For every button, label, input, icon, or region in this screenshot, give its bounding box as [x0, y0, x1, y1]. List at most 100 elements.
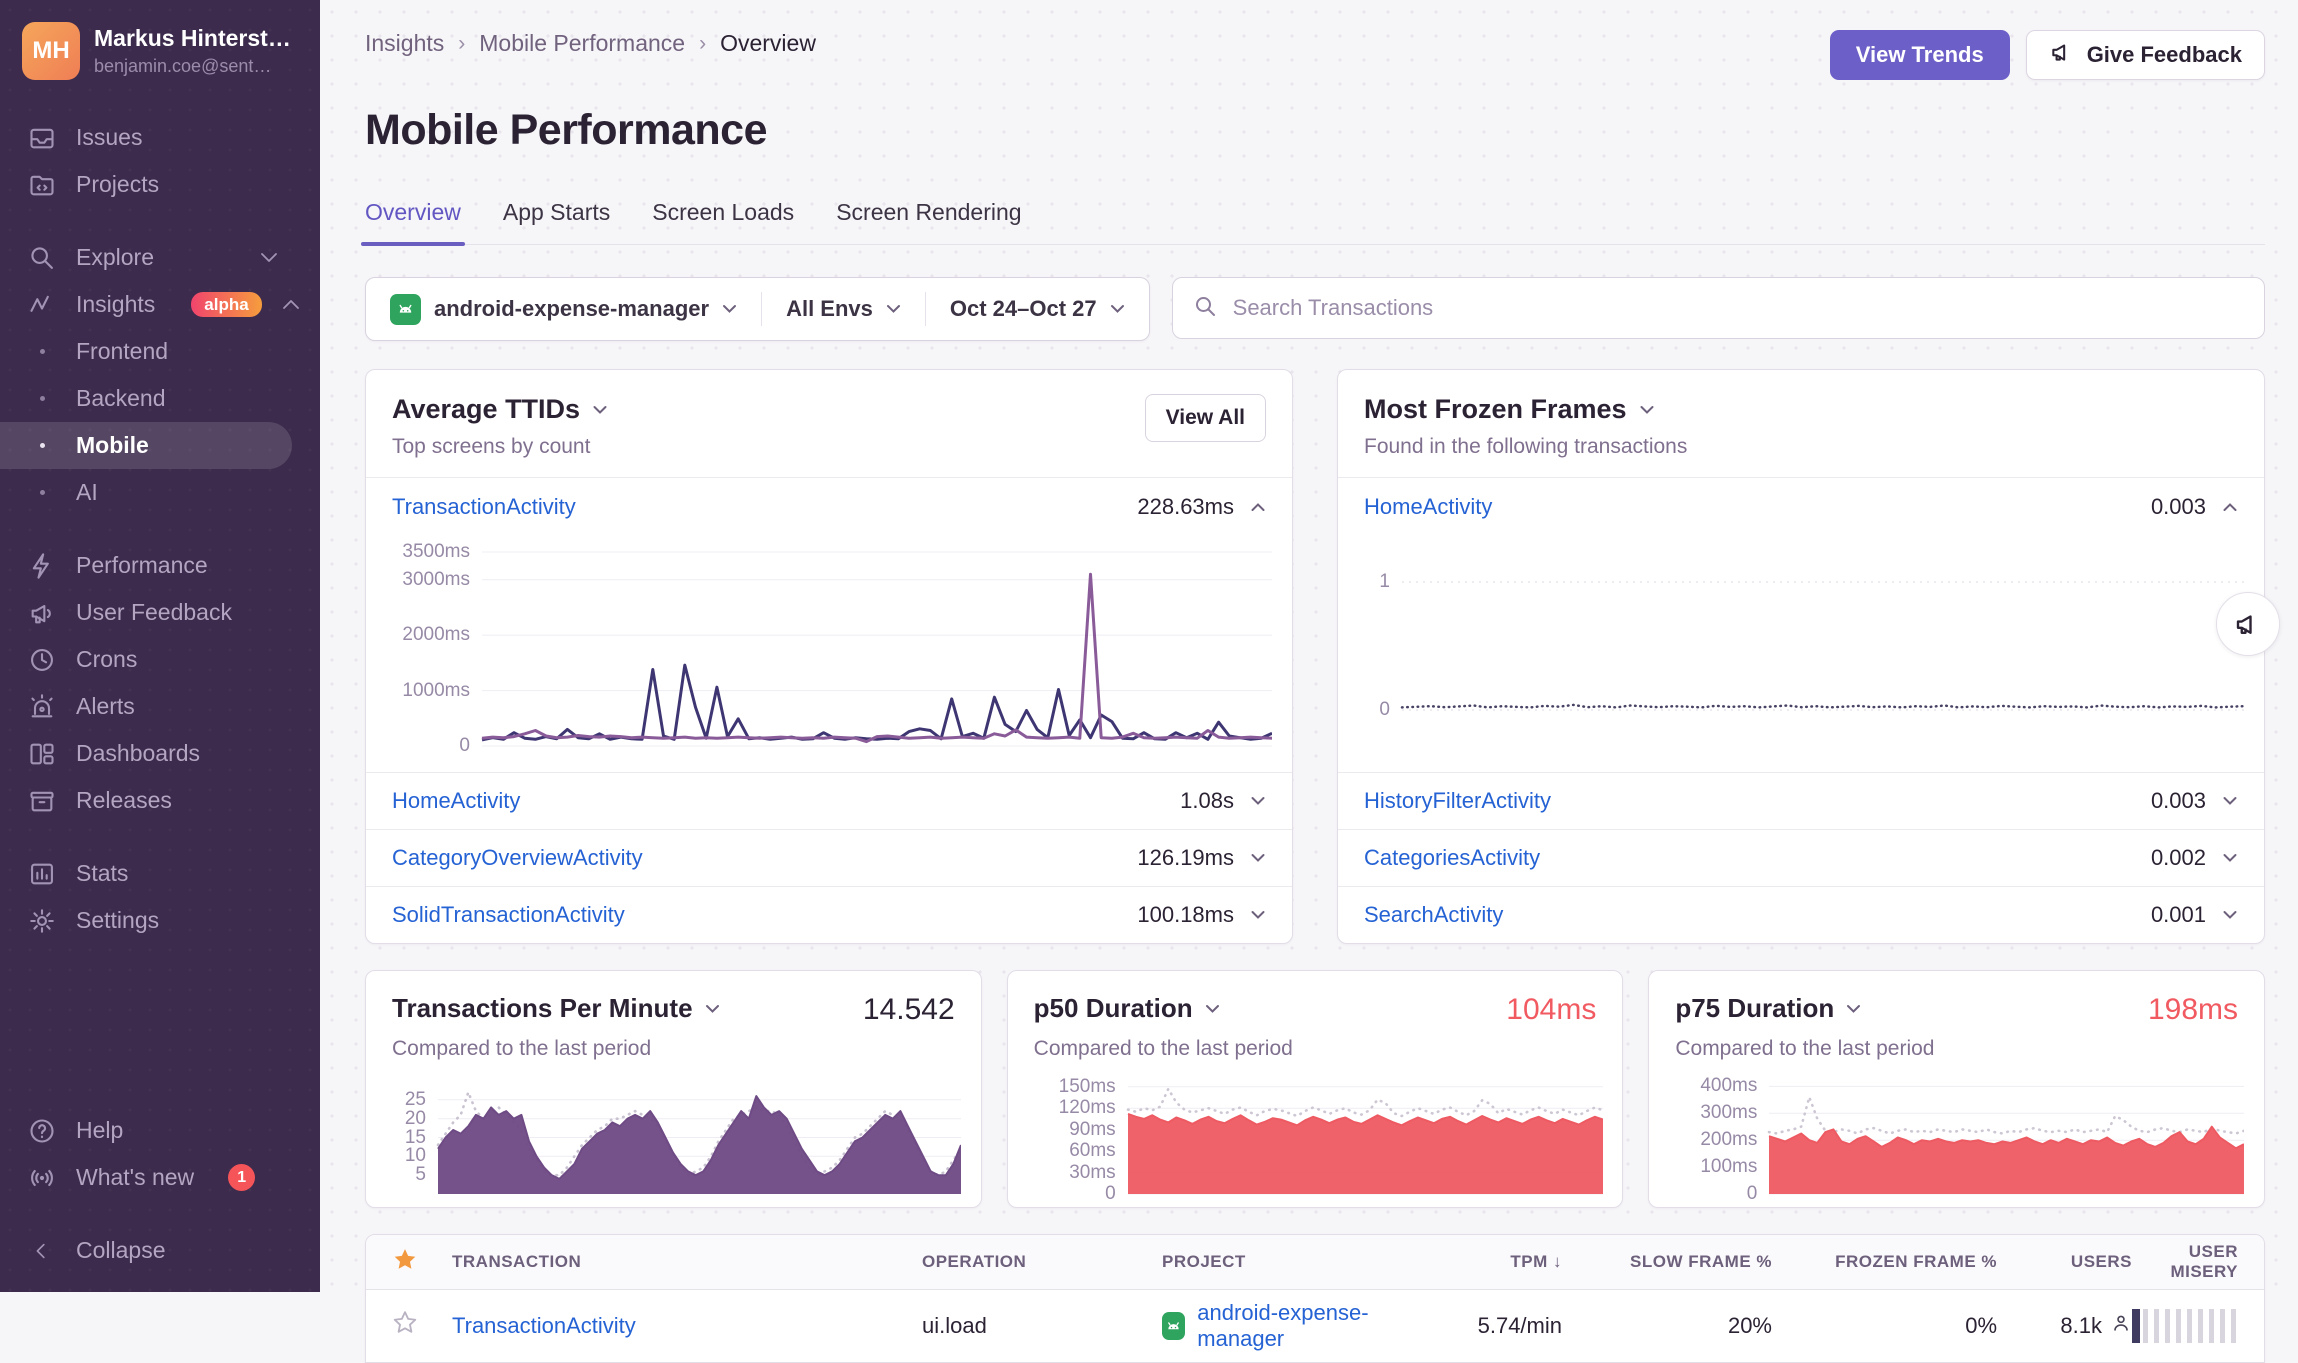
view-all-button[interactable]: View All [1145, 394, 1266, 442]
sidebar-item-label: Collapse [76, 1237, 166, 1264]
sidebar-item-mobile[interactable]: Mobile [0, 422, 292, 469]
sidebar-item-issues[interactable]: Issues [0, 114, 292, 161]
row-value: 228.63ms [1137, 494, 1234, 520]
col-tpm-sorted[interactable]: TPM ↓ [1412, 1252, 1562, 1272]
breadcrumb-mobile-performance[interactable]: Mobile Performance [479, 30, 685, 57]
sidebar-item-performance[interactable]: Performance [0, 542, 292, 589]
transaction-link[interactable]: CategoryOverviewActivity [392, 845, 643, 871]
row-value: 0.003 [2151, 494, 2206, 520]
sidebar-item-explore[interactable]: Explore [0, 234, 292, 281]
sidebar-item-label: What's new [76, 1164, 194, 1191]
average-ttids-title-dropdown[interactable]: Average TTIDs [392, 394, 608, 425]
avatar: MH [22, 22, 80, 80]
gear-icon [28, 907, 56, 935]
transaction-link[interactable]: TransactionActivity [392, 494, 576, 520]
sidebar-item-label: Dashboards [76, 740, 200, 767]
y-axis-tick-label: 5 [386, 1164, 426, 1186]
col-operation[interactable]: OPERATION [922, 1252, 1162, 1272]
star-icon[interactable] [392, 1310, 452, 1342]
list-item: HomeActivity 0.003 [1338, 478, 2264, 536]
row-value: 1.08s [1180, 788, 1234, 814]
y-axis-tick-label: 2000ms [386, 624, 470, 646]
chevron-down-icon [592, 405, 608, 415]
transaction-link[interactable]: HomeActivity [392, 788, 520, 814]
sidebar-item-label: Explore [76, 244, 154, 271]
transaction-link[interactable]: SolidTransactionActivity [392, 902, 625, 928]
sidebar-item-stats[interactable]: Stats [0, 850, 292, 897]
sidebar-item-label: Alerts [76, 693, 135, 720]
sidebar-item-crons[interactable]: Crons [0, 636, 292, 683]
star-header-icon[interactable] [392, 1247, 452, 1278]
operation-cell: ui.load [922, 1313, 1162, 1339]
chevron-down-icon[interactable] [2222, 796, 2238, 806]
sidebar-item-ai[interactable]: AI [0, 469, 292, 516]
transaction-link[interactable]: TransactionActivity [452, 1313, 922, 1339]
sidebar-item-collapse[interactable]: Collapse [0, 1227, 292, 1274]
environment-selector[interactable]: All Envs [761, 292, 925, 326]
col-frozen-frame[interactable]: FROZEN FRAME % [1772, 1252, 1997, 1272]
sidebar-item-releases[interactable]: Releases [0, 777, 292, 824]
sidebar-item-projects[interactable]: Projects [0, 161, 292, 208]
transaction-link[interactable]: CategoriesActivity [1364, 845, 1540, 871]
sidebar-item-backend[interactable]: Backend [0, 375, 292, 422]
col-project[interactable]: PROJECT [1162, 1252, 1412, 1272]
megaphone-icon [2049, 39, 2075, 71]
transaction-link[interactable]: SearchActivity [1364, 902, 1503, 928]
p75-title-dropdown[interactable]: p75 Duration [1675, 993, 1861, 1024]
lightning-icon [28, 552, 56, 580]
col-transaction[interactable]: TRANSACTION [452, 1252, 922, 1272]
breadcrumb-insights[interactable]: Insights [365, 30, 444, 57]
user-menu[interactable]: MH Markus Hinterst… benjamin.coe@sent… [0, 22, 320, 80]
tpm-title-dropdown[interactable]: Transactions Per Minute [392, 993, 720, 1024]
insights-icon [28, 291, 56, 319]
sidebar-item-help[interactable]: Help [0, 1107, 292, 1154]
project-selector[interactable]: android-expense-manager [366, 292, 761, 326]
chevron-down-icon[interactable] [1250, 910, 1266, 920]
main-content: Insights › Mobile Performance › Overview… [320, 0, 2298, 1292]
most-frozen-frames-panel: Most Frozen Frames Found in the followin… [1337, 369, 2265, 944]
chevron-down-icon[interactable] [1250, 796, 1266, 806]
issues-icon [28, 124, 56, 152]
stats-icon [28, 860, 56, 888]
give-feedback-button[interactable]: Give Feedback [2026, 30, 2265, 80]
transaction-link[interactable]: HomeActivity [1364, 494, 1492, 520]
floating-feedback-button[interactable] [2216, 592, 2280, 656]
transactions-table: TRANSACTION OPERATION PROJECT TPM ↓ SLOW… [365, 1234, 2265, 1363]
tab-app-starts[interactable]: App Starts [503, 199, 610, 244]
siren-icon [28, 693, 56, 721]
date-range-value: Oct 24–Oct 27 [950, 296, 1097, 322]
date-range-selector[interactable]: Oct 24–Oct 27 [925, 292, 1149, 326]
sidebar-item-frontend[interactable]: Frontend [0, 328, 292, 375]
user-name: Markus Hinterst… [94, 25, 291, 52]
whats-new-badge: 1 [228, 1164, 255, 1191]
tab-overview[interactable]: Overview [365, 199, 461, 244]
col-users[interactable]: USERS [1997, 1252, 2132, 1272]
chevron-down-icon[interactable] [1250, 853, 1266, 863]
sidebar-item-dashboards[interactable]: Dashboards [0, 730, 292, 777]
col-user-misery[interactable]: USER MISERY [2132, 1242, 2238, 1282]
search-input[interactable] [1231, 294, 2244, 322]
most-frozen-frames-title-dropdown[interactable]: Most Frozen Frames [1364, 394, 1687, 425]
chevron-up-icon[interactable] [2222, 502, 2238, 512]
sidebar-item-whats-new[interactable]: What's new 1 [0, 1154, 292, 1201]
slow-frame-cell: 20% [1562, 1313, 1772, 1339]
chevron-up-icon[interactable] [1250, 502, 1266, 512]
sidebar-item-settings[interactable]: Settings [0, 897, 292, 944]
col-slow-frame[interactable]: SLOW FRAME % [1562, 1252, 1772, 1272]
sidebar-item-user-feedback[interactable]: User Feedback [0, 589, 292, 636]
p50-title-dropdown[interactable]: p50 Duration [1034, 993, 1220, 1024]
row-value: 0.001 [2151, 902, 2206, 928]
chevron-down-icon[interactable] [2222, 910, 2238, 920]
row-value: 126.19ms [1137, 845, 1234, 871]
chevron-down-icon[interactable] [2222, 853, 2238, 863]
frozen-frame-cell: 0% [1772, 1313, 1997, 1339]
sidebar-item-alerts[interactable]: Alerts [0, 683, 292, 730]
view-trends-button[interactable]: View Trends [1830, 30, 2010, 80]
sidebar-item-insights[interactable]: Insights alpha [0, 281, 292, 328]
search-bar [1172, 277, 2265, 339]
tab-screen-loads[interactable]: Screen Loads [652, 199, 794, 244]
transaction-link[interactable]: HistoryFilterActivity [1364, 788, 1551, 814]
y-axis-tick-label: 3500ms [386, 541, 470, 563]
project-link[interactable]: android-expense-manager [1197, 1300, 1412, 1352]
tab-screen-rendering[interactable]: Screen Rendering [836, 199, 1021, 244]
